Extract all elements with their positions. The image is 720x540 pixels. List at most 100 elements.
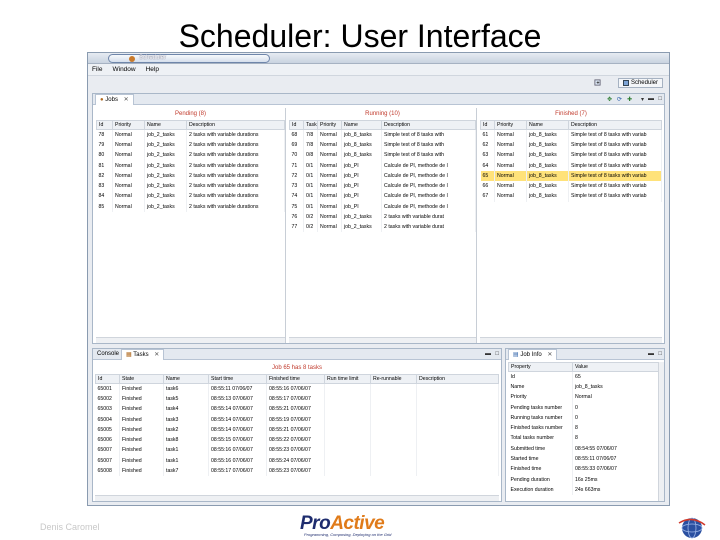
tasks-cell: 08:55:19 07/06/07	[266, 414, 325, 425]
tab-console[interactable]: Console	[93, 349, 123, 360]
finished-row[interactable]: 64 Normal job_8_tasks Simple test of 8 task…	[480, 160, 662, 171]
finished-row[interactable]: 63 Normal job_8_tasks Simple test of 8 task…	[480, 150, 662, 161]
running-scrollbar[interactable]	[289, 337, 476, 343]
pending-row[interactable]: 85 Normal job_2_tasks 2 tasks with variable…	[96, 201, 285, 212]
maximize-icon[interactable]: □	[658, 351, 662, 357]
tasks-panel: Console ▦ Tasks ✕ ▬ □ Job 65 has 8 tasks…	[92, 348, 502, 502]
jobinfo-row[interactable]: Pending duration 16s 25ms	[508, 474, 664, 485]
minimize-icon[interactable]: ▬	[648, 351, 654, 357]
running-column-header[interactable]: Description	[381, 120, 476, 130]
window-titlebar[interactable]: Scheduler	[88, 53, 669, 64]
close-icon[interactable]: ✕	[547, 352, 552, 358]
pending-column-header[interactable]: Description	[186, 120, 285, 130]
tasks-row[interactable]: 65008 Finished task7 08:55:17 07/06/07 08:55…	[95, 465, 499, 477]
running-row[interactable]: 72 0/1 Normal job_PI Calcule de PI, methode …	[289, 170, 476, 181]
tasks-scrollbar[interactable]	[95, 495, 499, 501]
scheduler-perspective-button[interactable]: Scheduler	[617, 78, 663, 88]
jobinfo-row[interactable]: Execution duration 24s 663ms	[508, 484, 664, 496]
jobinfo-row[interactable]: Total tasks number 8	[508, 433, 664, 444]
pending-row[interactable]: 79 Normal job_2_tasks 2 tasks with variable…	[96, 139, 285, 151]
tasks-row[interactable]: 65005 Finished task2 08:55:14 07/06/07 08:55…	[95, 424, 499, 435]
running-column-header[interactable]: Id	[289, 120, 304, 130]
maximize-icon[interactable]: □	[658, 96, 662, 102]
pending-row[interactable]: 78 Normal job_2_tasks 2 tasks with variable…	[96, 129, 285, 140]
jobinfo-column-header[interactable]: Property	[508, 362, 573, 372]
jobinfo-column-header[interactable]: Value	[572, 362, 664, 372]
pending-row[interactable]: 83 Normal job_2_tasks 2 tasks with variable…	[96, 180, 285, 192]
pending-row[interactable]: 80 Normal job_2_tasks 2 tasks with variable…	[96, 150, 285, 161]
jobinfo-row[interactable]: Name job_8_tasks	[508, 381, 664, 393]
running-column-header[interactable]: Priority	[317, 120, 342, 130]
jobinfo-row[interactable]: Started time 08:55:11 07/06/07	[508, 453, 664, 465]
finished-row[interactable]: 65 Normal job_8_tasks Simple test of 8 task…	[480, 170, 662, 181]
running-row[interactable]: 70 0/8 Normal job_8_tasks Simple test of 8 t…	[289, 150, 476, 161]
tasks-column-header[interactable]: Run time limit	[324, 374, 371, 384]
start-icon[interactable]: ✥	[607, 96, 612, 103]
tasks-column-header[interactable]: Re-runnable	[370, 374, 417, 384]
pending-row[interactable]: 81 Normal job_2_tasks 2 tasks with variable…	[96, 160, 285, 171]
finished-scrollbar[interactable]	[480, 337, 662, 343]
open-perspective-icon[interactable]	[594, 79, 601, 86]
jobinfo-row[interactable]: Finished tasks number 8	[508, 422, 664, 434]
running-row[interactable]: 71 0/1 Normal job_PI Calcule de PI, methode …	[289, 160, 476, 171]
refresh-icon[interactable]: ⟳	[617, 96, 622, 103]
tasks-row[interactable]: 65007 Finished task1 08:55:16 07/06/07 08:55…	[95, 455, 499, 466]
running-row[interactable]: 75 0/1 Normal job_PI Calcule de PI, methode …	[289, 201, 476, 212]
jobinfo-row[interactable]: Running tasks number 0	[508, 412, 664, 423]
running-row[interactable]: 69 7/8 Normal job_8_tasks Simple test of 8 t…	[289, 139, 476, 151]
jobinfo-scrollbar[interactable]	[658, 362, 664, 501]
menu-file[interactable]: File	[92, 66, 102, 73]
finished-row[interactable]: 62 Normal job_8_tasks Simple test of 8 task…	[480, 139, 662, 151]
tasks-column-header[interactable]: Description	[416, 374, 499, 384]
pending-scrollbar[interactable]	[96, 337, 285, 343]
pending-column-header[interactable]: Name	[144, 120, 187, 130]
tasks-column-header[interactable]: Finished time	[266, 374, 325, 384]
tasks-row[interactable]: 65006 Finished task8 08:55:15 07/06/07 08:55…	[95, 434, 499, 446]
tasks-row[interactable]: 65001 Finished task6 08:55:11 07/06/07 08:55…	[95, 383, 499, 394]
running-column-header[interactable]: Name	[341, 120, 382, 130]
close-icon[interactable]: ✕	[154, 352, 159, 358]
finished-row[interactable]: 66 Normal job_8_tasks Simple test of 8 task…	[480, 180, 662, 192]
jobinfo-row[interactable]: Pending tasks number 0	[508, 402, 664, 413]
pending-row[interactable]: 82 Normal job_2_tasks 2 tasks with variable…	[96, 170, 285, 181]
running-column-header[interactable]: Task	[303, 120, 318, 130]
add-icon[interactable]: ✚	[627, 96, 632, 103]
pending-column-header[interactable]: Priority	[112, 120, 145, 130]
tab-jobs[interactable]: ● Jobs ✕	[95, 94, 134, 105]
finished-column-header[interactable]: Id	[480, 120, 495, 130]
window-title-tab[interactable]: Scheduler	[108, 54, 270, 63]
running-row[interactable]: 74 0/1 Normal job_PI Calcule de PI, methode …	[289, 191, 476, 202]
running-row[interactable]: 73 0/1 Normal job_PI Calcule de PI, methode …	[289, 180, 476, 192]
tasks-column-header[interactable]: Start time	[208, 374, 267, 384]
minimize-icon[interactable]: ▬	[485, 351, 491, 357]
view-menu-icon[interactable]: ▾	[641, 96, 644, 103]
finished-row[interactable]: 67 Normal job_8_tasks Simple test of 8 task…	[480, 191, 662, 202]
tasks-column-header[interactable]: Name	[163, 374, 209, 384]
finished-column-header[interactable]: Priority	[494, 120, 527, 130]
tasks-row[interactable]: 65004 Finished task3 08:55:14 07/06/07 08:55…	[95, 414, 499, 425]
pending-column-header[interactable]: Id	[96, 120, 113, 130]
tasks-row[interactable]: 65007 Finished task1 08:55:16 07/06/07 08:55…	[95, 445, 499, 456]
pending-row[interactable]: 84 Normal job_2_tasks 2 tasks with variable…	[96, 191, 285, 202]
close-icon[interactable]: ✕	[124, 97, 129, 103]
jobinfo-row[interactable]: Finished time 08:55:33 07/06/07	[508, 464, 664, 475]
tasks-column-header[interactable]: Id	[95, 374, 120, 384]
running-row[interactable]: 77 0/2 Normal job_2_tasks 2 tasks with varia…	[289, 222, 476, 233]
minimize-icon[interactable]: ▬	[648, 96, 654, 102]
tasks-column-header[interactable]: State	[119, 374, 164, 384]
menu-help[interactable]: Help	[146, 66, 159, 73]
tasks-row[interactable]: 65003 Finished task4 08:55:14 07/06/07 08:55…	[95, 404, 499, 415]
tab-jobinfo[interactable]: ▤ Job Info ✕	[508, 349, 558, 360]
running-row[interactable]: 68 7/8 Normal job_8_tasks Simple test of 8 t…	[289, 129, 476, 140]
jobinfo-row[interactable]: Id 65	[508, 371, 664, 382]
running-row[interactable]: 76 0/2 Normal job_2_tasks 2 tasks with varia…	[289, 211, 476, 223]
finished-column-header[interactable]: Description	[568, 120, 662, 130]
menu-window[interactable]: Window	[112, 66, 135, 73]
maximize-icon[interactable]: □	[495, 351, 499, 357]
tasks-row[interactable]: 65002 Finished task5 08:55:13 07/06/07 08:55…	[95, 393, 499, 405]
finished-column-header[interactable]: Name	[526, 120, 569, 130]
tab-tasks[interactable]: ▦ Tasks ✕	[121, 349, 165, 360]
jobinfo-row[interactable]: Submitted time 08:54:55 07/06/07	[508, 443, 664, 454]
jobinfo-row[interactable]: Priority Normal	[508, 392, 664, 403]
finished-row[interactable]: 61 Normal job_8_tasks Simple test of 8 task…	[480, 129, 662, 140]
